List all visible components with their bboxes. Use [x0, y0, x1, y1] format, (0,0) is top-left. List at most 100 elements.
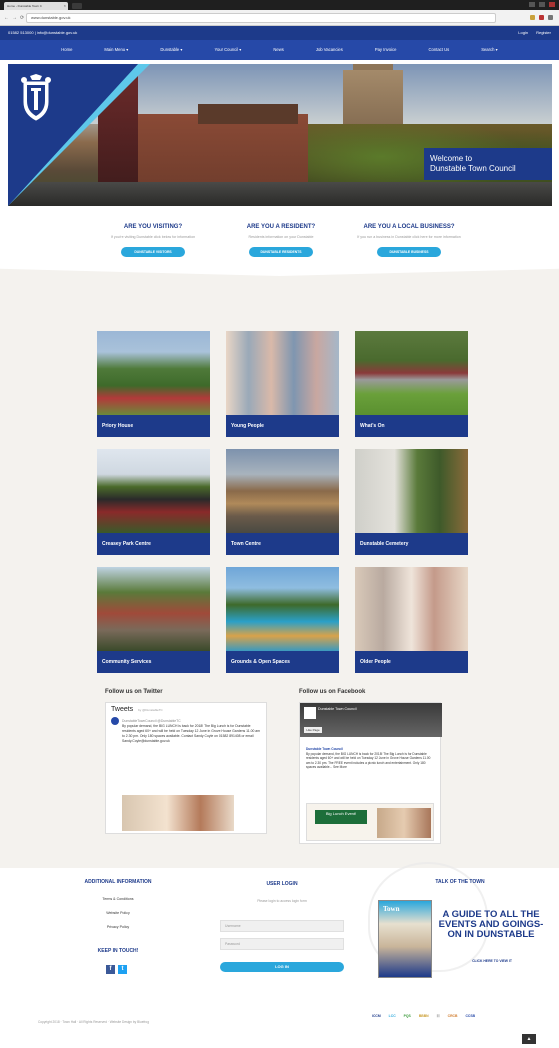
partner-logos: ICCM LCC PQS BBBN ☷ CRCB CCSB: [372, 1014, 475, 1018]
tile-whats-on[interactable]: What's On: [355, 331, 468, 437]
partner-logo[interactable]: ICCM: [372, 1014, 381, 1018]
partner-logo[interactable]: ☷: [437, 1014, 440, 1018]
tile-image: [97, 449, 210, 533]
fb-post-image[interactable]: Big Lunch Event!: [306, 803, 434, 841]
tweets-by[interactable]: by @DunstableTC: [138, 708, 163, 712]
nav-main-menu[interactable]: Main Menu ▾: [88, 40, 144, 60]
site-topbar: 01582 513000 | info@dunstable.gov.uk Log…: [0, 26, 559, 40]
tweets-header: Tweets by @DunstableTC: [111, 706, 163, 713]
twitter-icon[interactable]: t: [118, 965, 127, 974]
nav-dunstable[interactable]: Dunstable ▾: [144, 40, 198, 60]
nav-home[interactable]: Home: [45, 40, 88, 60]
tile-creasey-park[interactable]: Creasey Park Centre: [97, 449, 210, 555]
partner-logo[interactable]: CRCB: [448, 1014, 458, 1018]
contact-info: 01582 513000 | info@dunstable.gov.uk: [8, 30, 78, 35]
website-policy-link[interactable]: Website Policy: [48, 911, 188, 915]
browser-tabbar: Home - Dunstable Town C ×: [0, 0, 559, 10]
partner-logo[interactable]: PQS: [404, 1014, 411, 1018]
browser-nav: ← → ⟳: [4, 15, 24, 21]
nav-your-council[interactable]: Your Council ▾: [199, 40, 258, 60]
nav-contact-us[interactable]: Contact Us: [412, 40, 465, 60]
tile-label: Priory House: [97, 415, 210, 437]
council-crest-logo[interactable]: [18, 74, 54, 122]
browser-addressbar: ← → ⟳ www.dunstable.gov.uk: [0, 10, 559, 26]
login-link[interactable]: Login: [518, 26, 528, 40]
auth-links: Login Register: [518, 26, 551, 40]
tile-label: Grounds & Open Spaces: [226, 651, 339, 673]
tile-image: [97, 567, 210, 651]
tile-older-people[interactable]: Older People: [355, 567, 468, 673]
star-icon[interactable]: [530, 15, 535, 20]
talk-of-town-magazine[interactable]: Town: [378, 900, 432, 978]
tile-label: Town Centre: [226, 533, 339, 555]
tile-community-services[interactable]: Community Services: [97, 567, 210, 673]
tile-image: [355, 449, 468, 533]
tile-young-people[interactable]: Young People: [226, 331, 339, 437]
residents-button[interactable]: DUNSTABLE RESIDENTS: [249, 247, 313, 257]
tile-dunstable-cemetery[interactable]: Dunstable Cemetery: [355, 449, 468, 555]
tweet-avatar[interactable]: [111, 717, 119, 725]
privacy-policy-link[interactable]: Privacy Policy: [48, 925, 188, 929]
tile-label: Young People: [226, 415, 339, 437]
footer-social-icons: f t: [106, 965, 127, 974]
fb-card-photo: [377, 808, 431, 838]
nav-job-vacancies[interactable]: Job Vacancies: [300, 40, 359, 60]
close-window-icon[interactable]: [549, 2, 555, 7]
visitors-button[interactable]: DUNSTABLE VISITORS: [121, 247, 185, 257]
hero-roof: [198, 104, 298, 124]
username-field[interactable]: Username: [220, 920, 344, 932]
fb-page-logo[interactable]: [304, 707, 316, 719]
hero-road: [8, 182, 552, 206]
minimize-icon[interactable]: [529, 2, 535, 7]
tile-image: [97, 331, 210, 415]
url-input[interactable]: www.dunstable.gov.uk: [26, 13, 496, 23]
partner-logo[interactable]: LCC: [389, 1014, 396, 1018]
magazine-title: Town: [383, 905, 400, 913]
business-button[interactable]: DUNSTABLE BUSINESS: [377, 247, 441, 257]
menu-icon[interactable]: [548, 15, 553, 20]
nav-pay-invoice[interactable]: Pay Invoice: [359, 40, 413, 60]
additional-info-heading: ADDITIONAL INFORMATION: [84, 879, 152, 885]
facebook-feed[interactable]: Dunstable Town Council Like Page Dunstab…: [299, 702, 442, 844]
fb-card-title: Big Lunch Event!: [315, 810, 367, 824]
new-tab-button[interactable]: [72, 3, 82, 9]
fb-post: Dunstable Town Council By popular demand…: [306, 747, 434, 770]
tab-close-icon[interactable]: ×: [64, 2, 66, 10]
keep-in-touch-heading: KEEP IN TOUCH!: [97, 948, 139, 954]
fb-like-button[interactable]: Like Page: [304, 727, 322, 733]
welcome-line-2: Dunstable Town Council: [430, 164, 516, 173]
business-card-text: If you run a business in Dunstable click…: [357, 235, 461, 239]
view-guide-link[interactable]: CLICK HERE TO VIEW IT: [456, 959, 528, 963]
fb-page-name[interactable]: Dunstable Town Council: [318, 707, 357, 711]
partner-logo[interactable]: CCSB: [465, 1014, 475, 1018]
business-card: ARE YOU A LOCAL BUSINESS? If you run a b…: [334, 224, 484, 258]
forward-icon[interactable]: →: [12, 15, 17, 21]
register-link[interactable]: Register: [536, 26, 551, 40]
password-field[interactable]: Password: [220, 938, 344, 950]
tile-image: [355, 567, 468, 651]
tile-priory-house[interactable]: Priory House: [97, 331, 210, 437]
reload-icon[interactable]: ⟳: [20, 15, 24, 21]
partner-logo[interactable]: BBBN: [419, 1014, 429, 1018]
tweet-image[interactable]: [122, 795, 234, 831]
browser-tab[interactable]: Home - Dunstable Town C ×: [4, 2, 68, 10]
welcome-banner: Welcome to Dunstable Town Council: [424, 148, 552, 180]
tile-town-centre[interactable]: Town Centre: [226, 449, 339, 555]
window-controls: [529, 2, 555, 7]
nav-search[interactable]: Search ▾: [465, 40, 514, 60]
nav-news[interactable]: News: [257, 40, 299, 60]
login-button[interactable]: LOG IN: [220, 962, 344, 972]
terms-link[interactable]: Terms & Conditions: [48, 897, 188, 901]
talk-of-town-heading: TALK OF THE TOWN: [435, 879, 485, 885]
back-icon[interactable]: ←: [4, 15, 9, 21]
extension-icon[interactable]: [539, 15, 544, 20]
tile-label: Dunstable Cemetery: [355, 533, 468, 555]
tile-grounds-open-spaces[interactable]: Grounds & Open Spaces: [226, 567, 339, 673]
welcome-line-1: Welcome to: [430, 154, 473, 163]
business-card-title: ARE YOU A LOCAL BUSINESS?: [363, 224, 455, 230]
twitter-feed[interactable]: Tweets by @DunstableTC DunstableTownCoun…: [105, 702, 267, 834]
maximize-icon[interactable]: [539, 2, 545, 7]
scroll-to-top-button[interactable]: ▲: [522, 1034, 536, 1044]
tile-label: Community Services: [97, 651, 210, 673]
facebook-icon[interactable]: f: [106, 965, 115, 974]
